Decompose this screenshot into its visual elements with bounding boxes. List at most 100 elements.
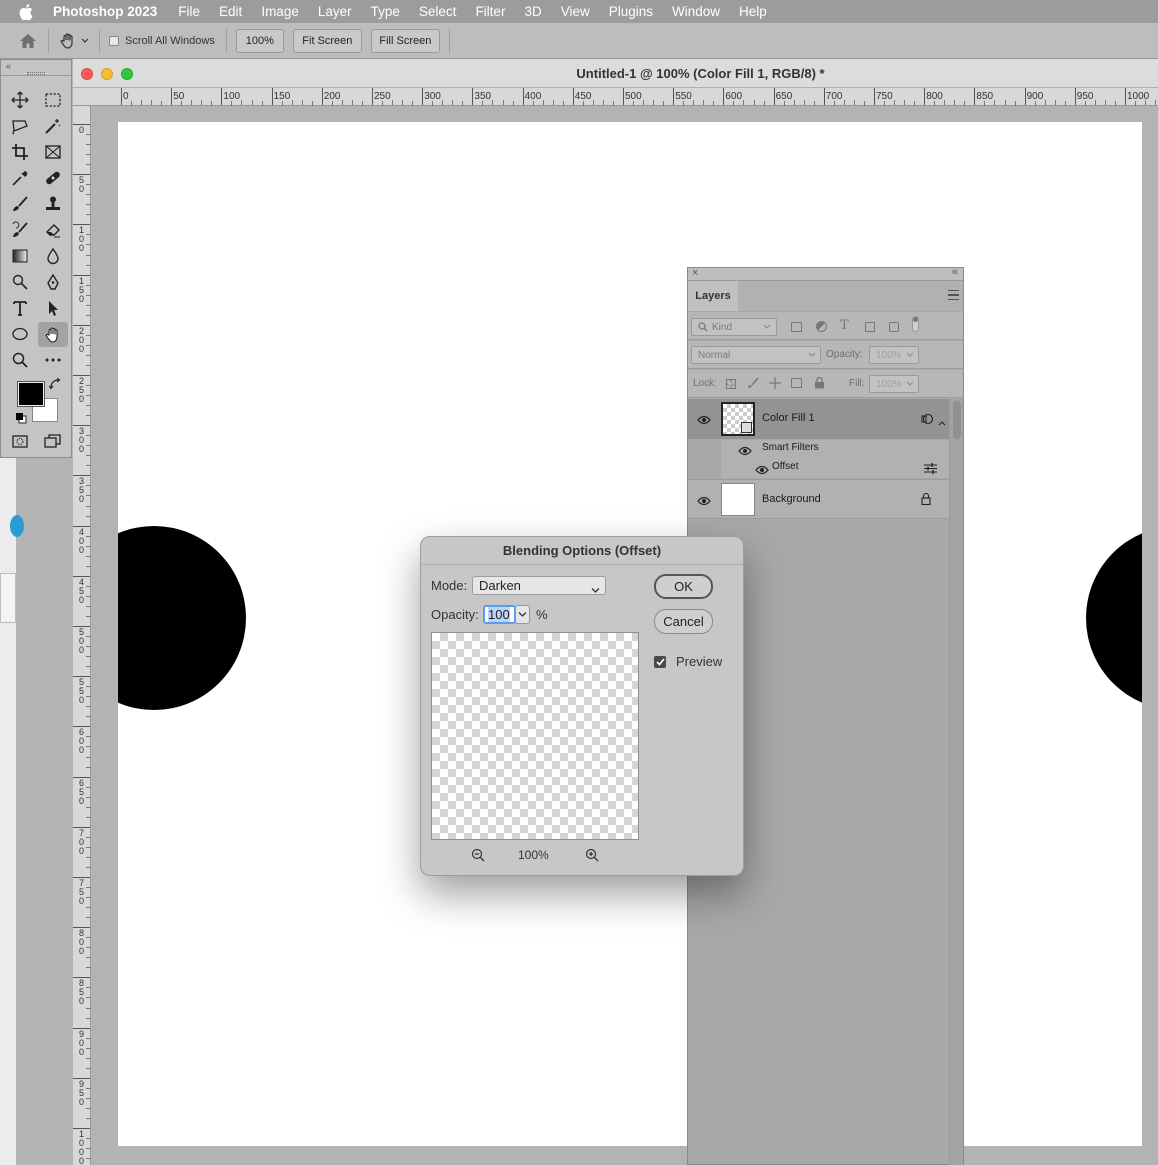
layer-row-color-fill[interactable]: Color Fill 1 bbox=[688, 399, 949, 439]
frame-tool-icon[interactable] bbox=[41, 141, 65, 163]
menu-layer[interactable]: Layer bbox=[318, 4, 352, 19]
menu-image[interactable]: Image bbox=[261, 4, 299, 19]
quick-mask-icon[interactable] bbox=[8, 431, 32, 453]
mode-select[interactable]: Darken bbox=[472, 576, 606, 595]
horizontal-ruler[interactable]: 0 50 100 150 200 250 300 350 400 450 500 550 600 650 7… bbox=[73, 88, 1158, 106]
collapse-panel-icon[interactable]: « bbox=[6, 61, 11, 71]
blur-tool-icon[interactable] bbox=[41, 245, 65, 267]
filter-adjustment-icon[interactable] bbox=[816, 321, 827, 332]
zoom-in-icon[interactable] bbox=[585, 848, 599, 865]
visibility-eye-icon[interactable] bbox=[738, 445, 752, 456]
vertical-ruler[interactable]: 0 50 100 150 200 250 300 350 400 450 500 550 600 650 7… bbox=[73, 106, 91, 1165]
foreground-color-swatch[interactable] bbox=[17, 381, 45, 407]
h-ruler-minor-tick bbox=[301, 100, 303, 105]
visibility-eye-icon[interactable] bbox=[697, 495, 711, 506]
panel-menu-icon[interactable] bbox=[948, 290, 959, 300]
layer-lock-icon[interactable] bbox=[921, 492, 931, 508]
tools-panel-header[interactable]: « bbox=[1, 60, 71, 76]
close-panel-icon[interactable]: × bbox=[692, 267, 698, 279]
chevron-down-icon[interactable] bbox=[81, 36, 91, 46]
layers-panel-header[interactable]: × « bbox=[688, 266, 963, 281]
zoom-tool-icon[interactable] bbox=[8, 349, 32, 371]
layer-opacity-value: 100% bbox=[876, 349, 902, 361]
healing-brush-tool-icon[interactable] bbox=[41, 167, 65, 189]
home-icon[interactable] bbox=[18, 31, 38, 51]
layer-row-offset-filter[interactable]: Offset bbox=[721, 459, 949, 478]
filter-blending-options-icon[interactable] bbox=[924, 463, 937, 477]
more-tools-icon[interactable] bbox=[41, 349, 65, 371]
path-selection-tool-icon[interactable] bbox=[41, 297, 65, 319]
visibility-eye-icon[interactable] bbox=[755, 464, 769, 475]
lock-image-icon[interactable] bbox=[747, 377, 759, 392]
brush-tool-icon[interactable] bbox=[8, 193, 32, 215]
menu-plugins[interactable]: Plugins bbox=[609, 4, 653, 19]
cancel-button[interactable]: Cancel bbox=[654, 609, 713, 634]
dodge-tool-icon[interactable] bbox=[8, 271, 32, 293]
fit-screen-button[interactable]: Fit Screen bbox=[292, 28, 362, 53]
screen-mode-icon[interactable] bbox=[41, 431, 65, 453]
smart-object-icon[interactable] bbox=[921, 413, 934, 428]
move-tool-icon[interactable] bbox=[8, 89, 32, 111]
filter-type-icon[interactable]: T bbox=[840, 318, 849, 333]
eyedropper-tool-icon[interactable] bbox=[8, 167, 32, 189]
menu-window[interactable]: Window bbox=[672, 4, 720, 19]
lasso-tool-icon[interactable] bbox=[8, 115, 32, 137]
tab-layers[interactable]: Layers bbox=[688, 281, 738, 311]
apple-menu-icon[interactable] bbox=[19, 3, 35, 21]
hand-tool-preset-icon[interactable] bbox=[57, 30, 79, 52]
panel-grip-icon[interactable] bbox=[27, 72, 45, 75]
fill-screen-button[interactable]: Fill Screen bbox=[370, 28, 440, 53]
collapse-panel-icon[interactable]: « bbox=[952, 266, 958, 278]
clone-stamp-tool-icon[interactable] bbox=[41, 193, 65, 215]
ellipse-tool-icon[interactable] bbox=[8, 323, 32, 345]
layers-list-scrollbar[interactable] bbox=[949, 399, 963, 1165]
preview-checkbox[interactable] bbox=[654, 656, 666, 668]
preview-thumbnail[interactable] bbox=[431, 632, 639, 840]
rectangular-marquee-tool-icon[interactable] bbox=[41, 89, 65, 111]
menu-help[interactable]: Help bbox=[739, 4, 767, 19]
lock-transparent-icon[interactable] bbox=[726, 379, 736, 389]
zoom-out-icon[interactable] bbox=[471, 848, 485, 865]
menu-type[interactable]: Type bbox=[371, 4, 400, 19]
history-brush-tool-icon[interactable] bbox=[8, 219, 32, 241]
menu-select[interactable]: Select bbox=[419, 4, 457, 19]
filter-shape-icon[interactable] bbox=[865, 322, 875, 332]
layer-opacity-field[interactable]: 100% bbox=[869, 346, 919, 364]
ok-button[interactable]: OK bbox=[654, 574, 713, 599]
menu-filter[interactable]: Filter bbox=[475, 4, 505, 19]
lock-artboard-icon[interactable] bbox=[791, 378, 802, 388]
v-ruler-minor-tick bbox=[86, 164, 91, 166]
layer-row-smart-filters[interactable]: Smart Filters bbox=[721, 440, 949, 459]
layer-thumbnail-color-fill[interactable] bbox=[721, 402, 755, 436]
scroll-all-windows-checkbox[interactable] bbox=[109, 35, 119, 46]
eraser-tool-icon[interactable] bbox=[41, 219, 65, 241]
visibility-eye-icon[interactable] bbox=[697, 414, 711, 425]
lock-all-icon[interactable] bbox=[814, 376, 825, 392]
opacity-input[interactable]: 100 bbox=[483, 605, 516, 624]
gradient-tool-icon[interactable] bbox=[8, 245, 32, 267]
layer-fill-field[interactable]: 100% bbox=[869, 375, 919, 393]
menu-app-name[interactable]: Photoshop 2023 bbox=[53, 4, 157, 19]
filter-toggle-icon[interactable] bbox=[912, 316, 919, 332]
pen-tool-icon[interactable] bbox=[41, 271, 65, 293]
lock-position-icon[interactable] bbox=[769, 377, 781, 392]
menu-edit[interactable]: Edit bbox=[219, 4, 242, 19]
default-colors-icon[interactable] bbox=[15, 412, 27, 424]
menu-3d[interactable]: 3D bbox=[524, 4, 541, 19]
filter-smart-object-icon[interactable] bbox=[889, 322, 899, 332]
menu-file[interactable]: File bbox=[178, 4, 200, 19]
swap-colors-icon[interactable] bbox=[48, 377, 61, 390]
collapse-filters-icon[interactable] bbox=[938, 415, 946, 429]
zoom-100-button[interactable]: 100% bbox=[235, 28, 284, 53]
menu-view[interactable]: View bbox=[561, 4, 590, 19]
layer-row-background[interactable]: Background bbox=[688, 479, 949, 519]
filter-kind-select[interactable]: Kind bbox=[691, 318, 777, 336]
layer-thumbnail-background[interactable] bbox=[721, 483, 755, 516]
magic-wand-tool-icon[interactable] bbox=[41, 115, 65, 137]
opacity-dropdown-button[interactable] bbox=[515, 605, 530, 624]
filter-pixel-icon[interactable] bbox=[791, 322, 802, 332]
crop-tool-icon[interactable] bbox=[8, 141, 32, 163]
hand-tool-icon[interactable] bbox=[38, 322, 68, 347]
blend-mode-select[interactable]: Normal bbox=[691, 346, 821, 364]
type-tool-icon[interactable] bbox=[8, 297, 32, 319]
